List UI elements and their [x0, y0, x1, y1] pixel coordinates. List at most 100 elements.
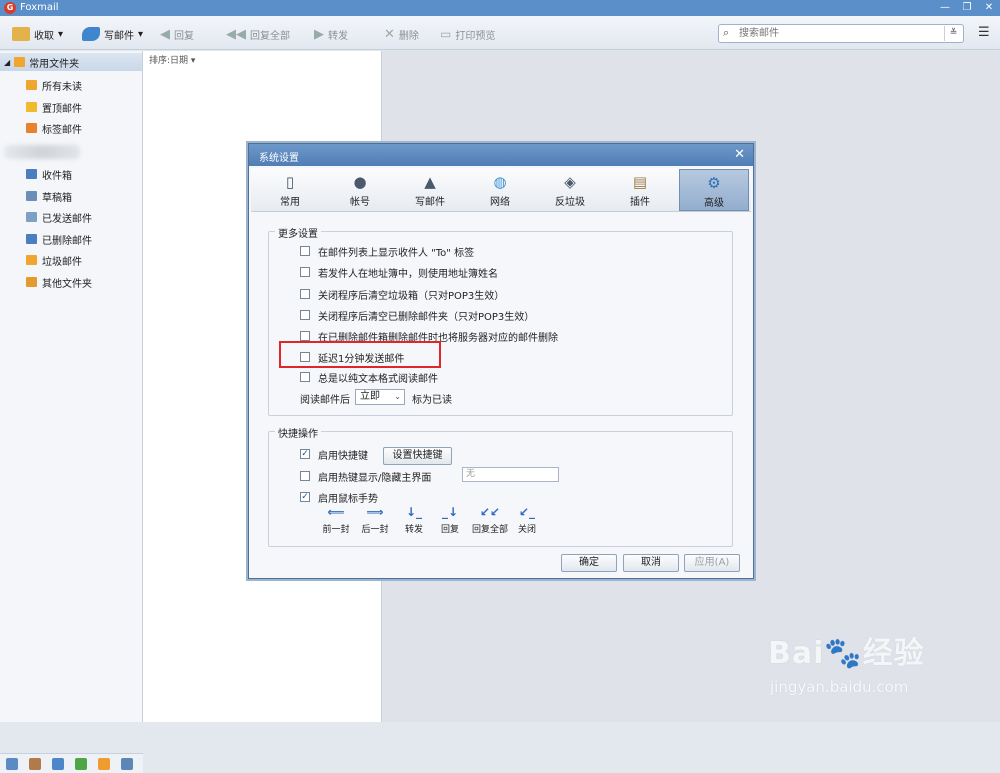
mark-read-value: 立即	[360, 391, 380, 402]
blurred-account-name	[4, 145, 80, 159]
tab-compose[interactable]: ▲ 写邮件	[395, 169, 465, 211]
option-label: 启用鼠标手势	[318, 493, 378, 505]
sidebar-item-tagged[interactable]: 标签邮件	[26, 119, 82, 137]
sidebar-item-label: 草稿箱	[42, 192, 72, 204]
reply-all-label: 回复全部	[250, 30, 290, 42]
sidebar-item-label: 其他文件夹	[42, 278, 92, 290]
tab-plugins[interactable]: ▤ 插件	[605, 169, 675, 211]
option-use-addressbook-name[interactable]: 若发件人在地址簿中，则使用地址簿姓名	[300, 265, 498, 280]
tab-general[interactable]: ▯ 常用	[255, 169, 325, 211]
option-empty-junk-on-exit[interactable]: 关闭程序后清空垃圾箱（只对POP3生效）	[300, 287, 504, 302]
option-show-to-label[interactable]: 在邮件列表上显示收件人 "To" 标签	[300, 244, 474, 259]
checkbox[interactable]	[300, 289, 310, 299]
mail-icon[interactable]	[6, 758, 18, 770]
option-global-hotkey[interactable]: 启用热键显示/隐藏主界面	[300, 469, 431, 484]
read-mail-prefix: 阅读邮件后	[300, 395, 350, 406]
mark-read-select[interactable]: 立即 ⌄	[355, 389, 405, 405]
compose-label: 写邮件	[104, 30, 134, 42]
sidebar-item-all-unread[interactable]: 所有未读	[26, 76, 82, 94]
favorite-folders-group[interactable]: ◢ 常用文件夹	[0, 53, 142, 71]
gear-icon: ⚙	[707, 174, 721, 192]
checkbox[interactable]	[300, 267, 310, 277]
delete-button[interactable]: ✕ 删除	[384, 25, 419, 43]
calendar-icon[interactable]	[52, 758, 64, 770]
notes-icon[interactable]	[75, 758, 87, 770]
reply-all-button[interactable]: ◀◀ 回复全部	[226, 25, 290, 43]
gesture-reply-all: ↙↙ 回复全部	[470, 504, 510, 535]
phone-icon: ▯	[285, 173, 295, 191]
star-icon	[26, 102, 37, 112]
cancel-button[interactable]: 取消	[623, 554, 679, 572]
sidebar-item-deleted[interactable]: 已删除邮件	[26, 230, 92, 248]
down-left-icon: _↓	[441, 505, 459, 519]
checkbox[interactable]	[300, 372, 310, 382]
reply-arrow-icon: ◀	[160, 26, 170, 42]
print-preview-button[interactable]: ▭ 打印预览	[440, 25, 495, 43]
search-box[interactable]: ⌕ ≚	[718, 24, 964, 43]
option-label: 总是以纯文本格式阅读邮件	[318, 373, 438, 385]
dialog-close-icon[interactable]: ✕	[734, 147, 745, 162]
tab-network[interactable]: ◍ 网络	[465, 169, 535, 211]
set-hotkey-button[interactable]: 设置快捷键	[383, 447, 452, 465]
checkbox[interactable]	[300, 331, 310, 341]
option-mouse-gestures[interactable]: ✓ 启用鼠标手势	[300, 490, 378, 505]
sidebar-item-other[interactable]: 其他文件夹	[26, 273, 92, 291]
arrow-right-icon: ⟹	[366, 505, 384, 519]
hotkey-input[interactable]: 无	[462, 467, 559, 482]
sidebar-item-drafts[interactable]: 草稿箱	[26, 187, 72, 205]
highlight-box	[279, 341, 441, 368]
restore-button[interactable]: ❐	[958, 1, 976, 15]
close-window-button[interactable]: ✕	[980, 1, 998, 15]
search-dropdown-icon[interactable]: ≚	[944, 26, 962, 41]
checkbox[interactable]	[300, 471, 310, 481]
menu-icon[interactable]: ☰	[978, 26, 992, 40]
contacts-icon[interactable]	[29, 758, 41, 770]
sent-icon	[26, 212, 37, 222]
minimize-button[interactable]: —	[936, 1, 954, 15]
option-label: 若发件人在地址簿中，则使用地址簿姓名	[318, 268, 498, 280]
checkbox-checked[interactable]: ✓	[300, 492, 310, 502]
feather-icon	[82, 27, 100, 41]
option-enable-hotkey[interactable]: ✓ 启用快捷键	[300, 447, 368, 462]
inbox-icon	[26, 169, 37, 179]
sidebar-item-sent[interactable]: 已发送邮件	[26, 208, 92, 226]
sidebar-item-inbox[interactable]: 收件箱	[26, 165, 72, 183]
tab-accounts[interactable]: ● 帐号	[325, 169, 395, 211]
option-plain-text[interactable]: 总是以纯文本格式阅读邮件	[300, 370, 438, 385]
search-input[interactable]	[739, 26, 939, 41]
reply-button[interactable]: ◀ 回复	[160, 25, 194, 43]
delete-label: 删除	[398, 30, 419, 42]
sort-by-date-dropdown[interactable]: 排序:日期 ▾	[149, 53, 195, 66]
search-icon: ⌕	[723, 26, 730, 39]
gesture-label: 转发	[404, 525, 423, 535]
forward-button[interactable]: ▶ 转发	[314, 25, 348, 43]
tab-anti-spam[interactable]: ◈ 反垃圾	[535, 169, 605, 211]
receive-button[interactable]: 收取 ▾	[12, 25, 63, 43]
tab-label: 反垃圾	[555, 197, 585, 208]
chevron-down-icon[interactable]: ▾	[58, 29, 63, 40]
folder-icon	[26, 277, 37, 287]
expand-triangle-icon[interactable]: ◢	[4, 58, 10, 67]
option-empty-deleted-on-exit[interactable]: 关闭程序后清空已删除邮件夹（只对POP3生效）	[300, 308, 534, 323]
print-preview-label: 打印预览	[455, 30, 496, 42]
sidebar-bottom-bar	[0, 753, 143, 773]
checkbox[interactable]	[300, 246, 310, 256]
sidebar-item-junk[interactable]: 垃圾邮件	[26, 251, 82, 269]
globe-icon: ◍	[493, 173, 507, 191]
checkbox-checked[interactable]: ✓	[300, 449, 310, 459]
checkbox[interactable]	[300, 310, 310, 320]
chevron-down-icon[interactable]: ▾	[138, 29, 143, 40]
tab-advanced[interactable]: ⚙ 高级	[679, 169, 749, 211]
read-mail-suffix: 标为已读	[412, 395, 452, 406]
option-label: 启用快捷键	[318, 450, 368, 462]
junk-icon	[26, 255, 37, 265]
sidebar-item-pinned[interactable]: 置顶邮件	[26, 98, 82, 116]
ok-button[interactable]: 确定	[561, 554, 617, 572]
compose-button[interactable]: 写邮件 ▾	[82, 25, 143, 43]
rss-icon[interactable]	[98, 758, 110, 770]
tab-label: 帐号	[350, 197, 370, 208]
title-bar: G Foxmail — ❐ ✕	[0, 0, 1000, 16]
apps-icon[interactable]	[121, 758, 133, 770]
apply-button[interactable]: 应用(A)	[684, 554, 740, 572]
forward-arrow-icon: ▶	[314, 26, 324, 42]
